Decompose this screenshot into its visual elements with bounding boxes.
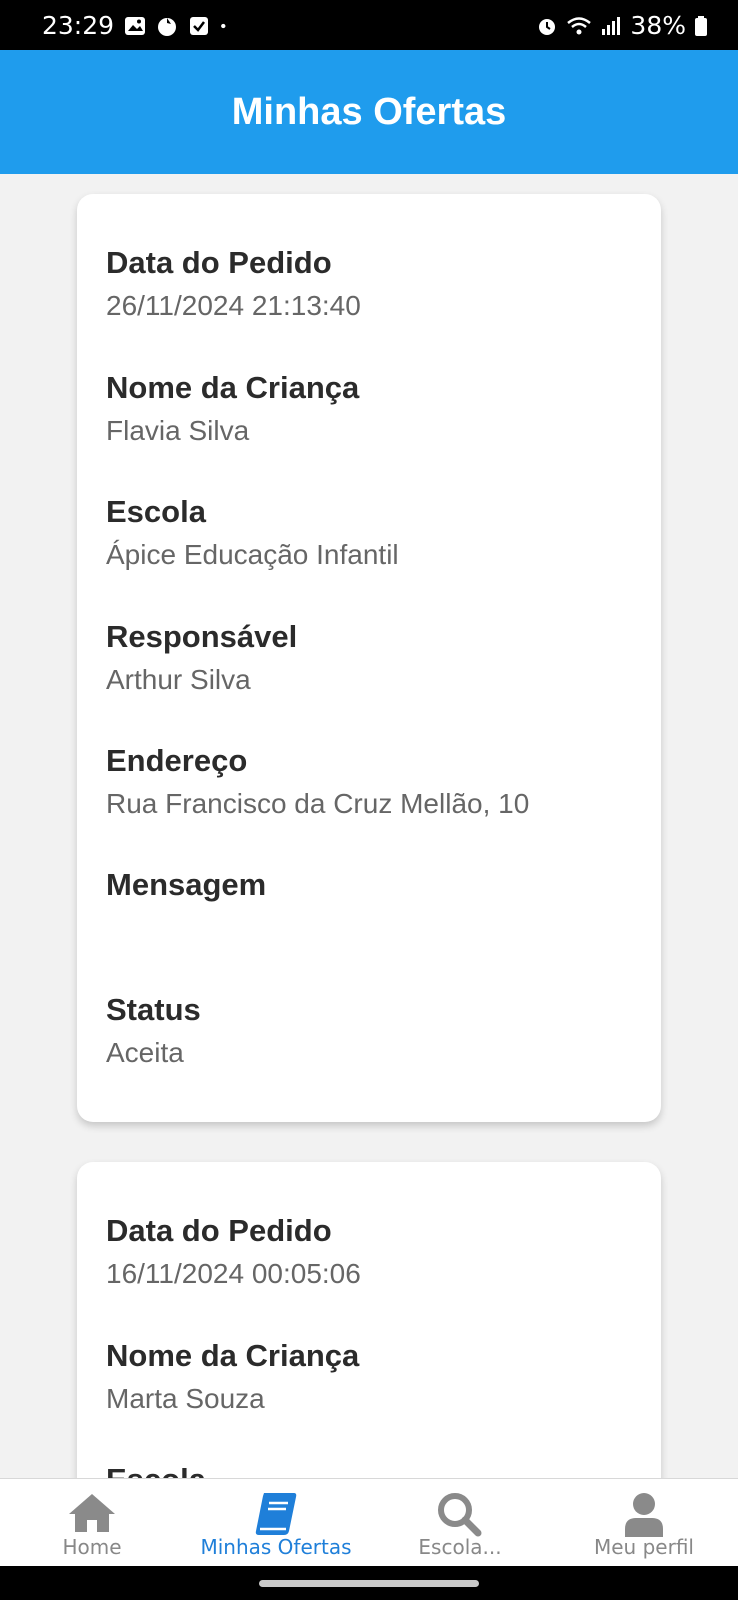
image-icon xyxy=(125,16,146,35)
field-label: Escola xyxy=(106,1461,206,1478)
field-value: Rua Francisco da Cruz Mellão, 10 xyxy=(106,788,530,819)
home-gesture-handle[interactable] xyxy=(259,1580,479,1587)
tab-escolas[interactable]: Escola... xyxy=(368,1479,552,1567)
tab-minhas-ofertas[interactable]: Minhas Ofertas xyxy=(184,1479,368,1567)
offer-card: Data do Pedido 26/11/2024 21:13:40 Nome … xyxy=(77,194,661,1122)
app-header: Minhas Ofertas xyxy=(0,50,738,174)
school-field: Escola xyxy=(106,1461,206,1478)
check-icon xyxy=(190,16,209,35)
field-label: Data do Pedido xyxy=(106,1213,332,1248)
book-icon xyxy=(255,1493,297,1535)
tab-label: Escola... xyxy=(418,1535,502,1559)
guardian-field: Responsável Arthur Silva xyxy=(106,618,297,700)
battery-icon xyxy=(695,15,707,36)
field-label: Endereço xyxy=(106,743,248,778)
battery-percent: 38% xyxy=(630,11,686,40)
home-icon xyxy=(69,1494,115,1532)
offer-card: Data do Pedido 16/11/2024 00:05:06 Nome … xyxy=(77,1162,661,1478)
wifi-icon xyxy=(567,16,592,34)
tab-meu-perfil[interactable]: Meu perfil xyxy=(552,1479,736,1567)
search-icon xyxy=(438,1493,482,1537)
field-label: Nome da Criança xyxy=(106,370,360,405)
field-label: Responsável xyxy=(106,619,298,654)
field-value: 16/11/2024 00:05:06 xyxy=(106,1258,361,1289)
system-nav-bar xyxy=(0,1566,738,1600)
tab-label: Meu perfil xyxy=(594,1535,694,1559)
tab-label: Minhas Ofertas xyxy=(200,1535,352,1559)
tab-home[interactable]: Home xyxy=(0,1479,184,1567)
field-label: Mensagem xyxy=(106,867,267,902)
status-bar: 23:29 38% xyxy=(0,0,738,50)
field-label: Nome da Criança xyxy=(106,1338,360,1373)
field-value: Marta Souza xyxy=(106,1383,265,1414)
status-field: Status Aceita xyxy=(106,991,201,1073)
field-value: Arthur Silva xyxy=(106,664,251,695)
tab-label: Home xyxy=(62,1535,122,1559)
user-icon xyxy=(625,1493,663,1537)
bottom-tab-bar: Home Minhas Ofertas Escola... Meu perfil xyxy=(0,1478,738,1567)
order-date-field: Data do Pedido 26/11/2024 21:13:40 xyxy=(106,244,361,326)
signal-icon xyxy=(602,16,621,35)
page-title: Minhas Ofertas xyxy=(231,90,507,133)
child-name-field: Nome da Criança Marta Souza xyxy=(106,1337,359,1419)
field-label: Data do Pedido xyxy=(106,245,332,280)
order-date-field: Data do Pedido 16/11/2024 00:05:06 xyxy=(106,1212,361,1294)
field-value: 26/11/2024 21:13:40 xyxy=(106,290,361,321)
field-label: Escola xyxy=(106,494,206,529)
field-value: Aceita xyxy=(106,1037,184,1068)
offers-list[interactable]: Data do Pedido 26/11/2024 21:13:40 Nome … xyxy=(0,174,738,1478)
field-value: Ápice Educação Infantil xyxy=(106,539,399,570)
status-time: 23:29 xyxy=(42,11,115,40)
app-icon xyxy=(158,17,177,36)
address-field: Endereço Rua Francisco da Cruz Mellão, 1… xyxy=(106,742,529,824)
dot-icon xyxy=(221,23,226,28)
field-value: Flavia Silva xyxy=(106,415,250,446)
message-field: Mensagem xyxy=(106,866,266,908)
school-field: Escola Ápice Educação Infantil xyxy=(106,493,399,575)
child-name-field: Nome da Criança Flavia Silva xyxy=(106,369,359,451)
field-label: Status xyxy=(106,992,201,1027)
alarm-icon xyxy=(539,18,556,35)
